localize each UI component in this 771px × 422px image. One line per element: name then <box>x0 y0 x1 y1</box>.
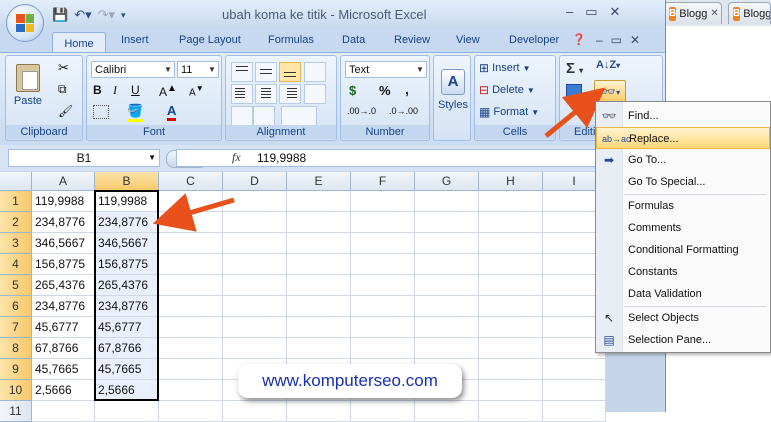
replace-icon: ab→ac <box>602 134 631 144</box>
menu-item-label: Replace... <box>629 133 679 145</box>
menu-item-conditional-formatting[interactable]: Conditional Formatting <box>596 239 770 261</box>
menu-item-find[interactable]: 👓 Find... <box>596 105 770 127</box>
arrow-to-column-b <box>152 193 235 232</box>
menu-item-constants[interactable]: Constants <box>596 261 770 283</box>
menu-item-label: Go To... <box>628 154 667 166</box>
menu-item-comments[interactable]: Comments <box>596 217 770 239</box>
menu-item-label: Comments <box>628 222 682 234</box>
menu-item-selection-pane[interactable]: ▤ Selection Pane... <box>596 329 770 351</box>
menu-item-label: Select Objects <box>628 312 699 324</box>
menu-item-formulas[interactable]: Formulas <box>596 195 770 217</box>
menu-item-replace[interactable]: ab→ac Replace... <box>596 127 770 149</box>
menu-item-label: Formulas <box>628 200 674 212</box>
menu-item-label: Find... <box>628 110 659 122</box>
menu-item-data-validation[interactable]: Data Validation <box>596 283 770 305</box>
arrow-right-icon: ➡ <box>603 153 615 167</box>
watermark-link: www.komputerseo.com <box>238 364 462 398</box>
menu-item-label: Data Validation <box>628 288 702 300</box>
menu-item-go-to-special[interactable]: Go To Special... <box>596 171 770 193</box>
office-logo-icon <box>16 14 34 32</box>
cursor-icon: ↖ <box>603 311 615 325</box>
menu-item-select-objects[interactable]: ↖ Select Objects <box>596 307 770 329</box>
menu-item-label: Go To Special... <box>628 176 706 188</box>
binoculars-icon: 👓 <box>601 109 617 123</box>
menu-item-go-to[interactable]: ➡ Go To... <box>596 149 770 171</box>
find-select-menu: 👓 Find... ab→ac Replace... ➡ Go To... Go… <box>595 101 771 353</box>
menu-item-label: Constants <box>628 266 678 278</box>
arrow-to-find-button <box>544 87 606 138</box>
office-button[interactable] <box>6 4 44 42</box>
menu-item-label: Selection Pane... <box>628 334 712 346</box>
selection-pane-icon: ▤ <box>603 333 615 347</box>
menu-item-label: Conditional Formatting <box>628 244 739 256</box>
